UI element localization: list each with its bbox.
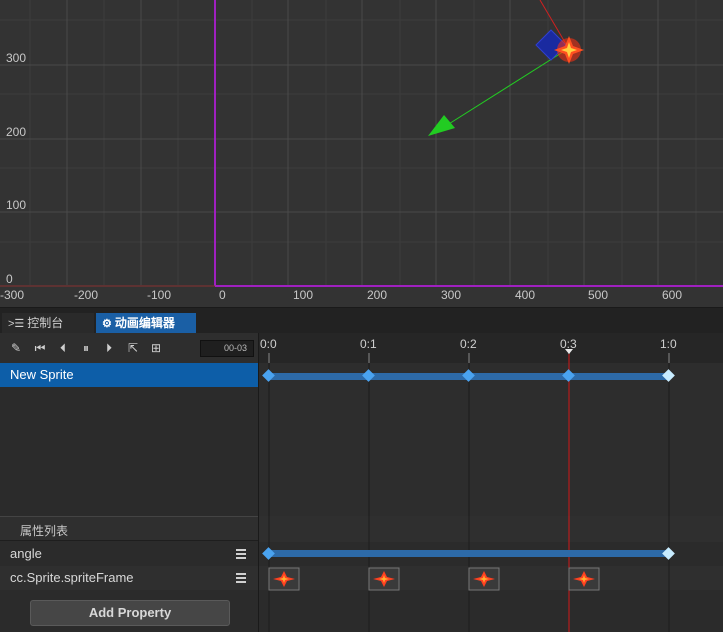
sprite-frame-keyframe[interactable] [568,567,600,591]
sprite-frame-keyframe[interactable] [268,567,300,591]
node-list: New Sprite [0,363,258,516]
timeline-tick-label: 0:0 [260,337,277,351]
x-tick-label: 100 [293,288,313,302]
edit-icon[interactable]: ✎ [8,340,24,356]
x-tick-label: -200 [74,288,98,302]
x-tick-label: -100 [147,288,171,302]
console-icon: >☰ [8,318,25,330]
property-list-title: 属性列表 [20,524,69,538]
y-tick-label: 300 [6,51,26,65]
scene-viewport[interactable]: -300 -200 -100 0 100 200 300 400 500 600… [0,0,723,307]
sprite-frame-keyframe[interactable] [468,567,500,591]
x-tick-label: 300 [441,288,461,302]
property-row-angle[interactable]: angle [0,542,258,566]
menu-icon[interactable] [236,549,246,559]
timeline-panel[interactable]: 0:0 0:1 0:2 0:3 1:0 [258,333,723,632]
angle-keyframe-track [269,550,669,557]
timeline-canvas[interactable]: 0:0 0:1 0:2 0:3 1:0 [258,333,723,632]
scene-grid: -300 -200 -100 0 100 200 300 400 500 600… [0,0,723,302]
next-frame-icon[interactable]: ⏵ [101,340,117,356]
node-row-new-sprite[interactable]: New Sprite [0,363,258,387]
sprite-frame-keyframe[interactable] [368,567,400,591]
y-tick-label: 100 [6,198,26,212]
timeline-tick-label: 0:3 [560,337,577,351]
external-link-icon[interactable]: ⇱ [125,340,141,356]
x-tick-label: 0 [219,288,226,302]
animation-toolbar: ✎ ⏮ ⏴ ⏸ ⏵ ⇱ ⊞ 00-03 [0,333,258,363]
tab-animation-editor[interactable]: ⚙ 动画编辑器 [96,313,196,334]
timeline-tick-label: 0:2 [460,337,477,351]
prev-frame-icon[interactable]: ⏴ [55,340,71,356]
panel-tab-bar: >☰ 控制台 ⚙ 动画编辑器 [0,307,723,334]
y-tick-label: 200 [6,125,26,139]
animation-icon: ⚙ [102,318,112,330]
tab-console[interactable]: >☰ 控制台 [2,313,94,334]
current-time-input[interactable]: 00-03 [200,340,254,357]
pause-icon[interactable]: ⏸ [78,340,94,356]
add-property-button[interactable]: Add Property [30,600,230,626]
property-name: cc.Sprite.spriteFrame [10,570,134,585]
x-tick-label: 200 [367,288,387,302]
y-tick-label: 0 [6,272,13,286]
x-tick-label: -300 [0,288,24,302]
tab-console-label: 控制台 [27,316,64,330]
x-tick-label: 500 [588,288,608,302]
timeline-tick-label: 0:1 [360,337,377,351]
property-name: angle [10,546,42,561]
add-event-icon[interactable]: ⊞ [148,340,164,356]
x-tick-label: 400 [515,288,535,302]
jump-first-icon[interactable]: ⏮ [32,340,48,356]
property-row-sprite-frame[interactable]: cc.Sprite.spriteFrame [0,566,258,590]
green-arrow-head [428,115,455,136]
timeline-tick-label: 1:0 [660,337,677,351]
tab-animation-editor-label: 动画编辑器 [114,316,175,330]
menu-icon[interactable] [236,573,246,583]
x-tick-label: 600 [662,288,682,302]
